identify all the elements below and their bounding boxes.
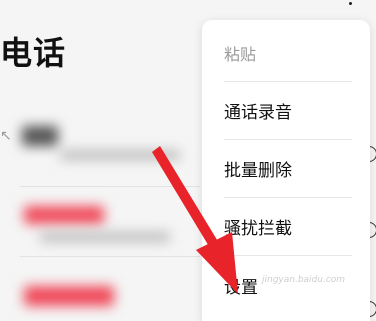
arrow-head [196, 232, 238, 294]
annotation-arrow-icon [152, 146, 238, 294]
arrow-shaft [152, 146, 222, 253]
